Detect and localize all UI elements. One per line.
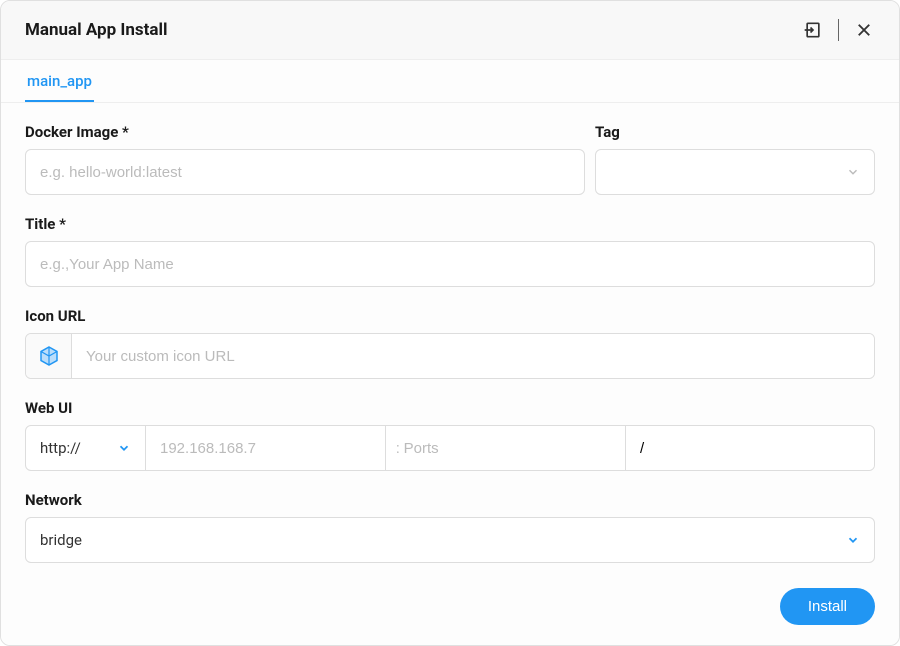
- web-ui-label: Web UI: [25, 399, 875, 417]
- ports-input[interactable]: [400, 426, 621, 470]
- icon-url-label: Icon URL: [25, 307, 875, 325]
- form-content: Docker Image * Tag Title *: [1, 103, 899, 574]
- tag-select[interactable]: [595, 149, 875, 195]
- chevron-down-icon: [846, 165, 860, 179]
- modal-footer: Install: [1, 574, 899, 645]
- install-modal: Manual App Install main_app Docker I: [0, 0, 900, 646]
- title-label: Title *: [25, 215, 875, 233]
- modal-title: Manual App Install: [25, 20, 167, 40]
- header-divider: [838, 19, 839, 41]
- host-input[interactable]: [146, 426, 386, 470]
- chevron-down-icon: [846, 533, 860, 547]
- tag-label: Tag: [595, 123, 875, 141]
- modal-header: Manual App Install: [1, 1, 899, 60]
- network-label: Network: [25, 491, 875, 509]
- header-actions: [802, 19, 875, 41]
- close-icon[interactable]: [853, 19, 875, 41]
- path-input[interactable]: [626, 426, 874, 470]
- import-icon[interactable]: [802, 19, 824, 41]
- docker-image-input[interactable]: [25, 149, 585, 195]
- tabs-bar: main_app: [1, 60, 899, 103]
- network-select[interactable]: bridge: [25, 517, 875, 563]
- docker-image-label: Docker Image *: [25, 123, 585, 141]
- protocol-select[interactable]: http://: [26, 426, 146, 470]
- tab-main-app[interactable]: main_app: [25, 60, 94, 102]
- install-button[interactable]: Install: [780, 588, 875, 625]
- cube-icon: [26, 334, 72, 378]
- chevron-down-icon: [117, 441, 131, 455]
- network-value: bridge: [40, 531, 82, 549]
- protocol-value: http://: [40, 439, 81, 457]
- icon-url-input[interactable]: [72, 334, 874, 378]
- title-input[interactable]: [25, 241, 875, 287]
